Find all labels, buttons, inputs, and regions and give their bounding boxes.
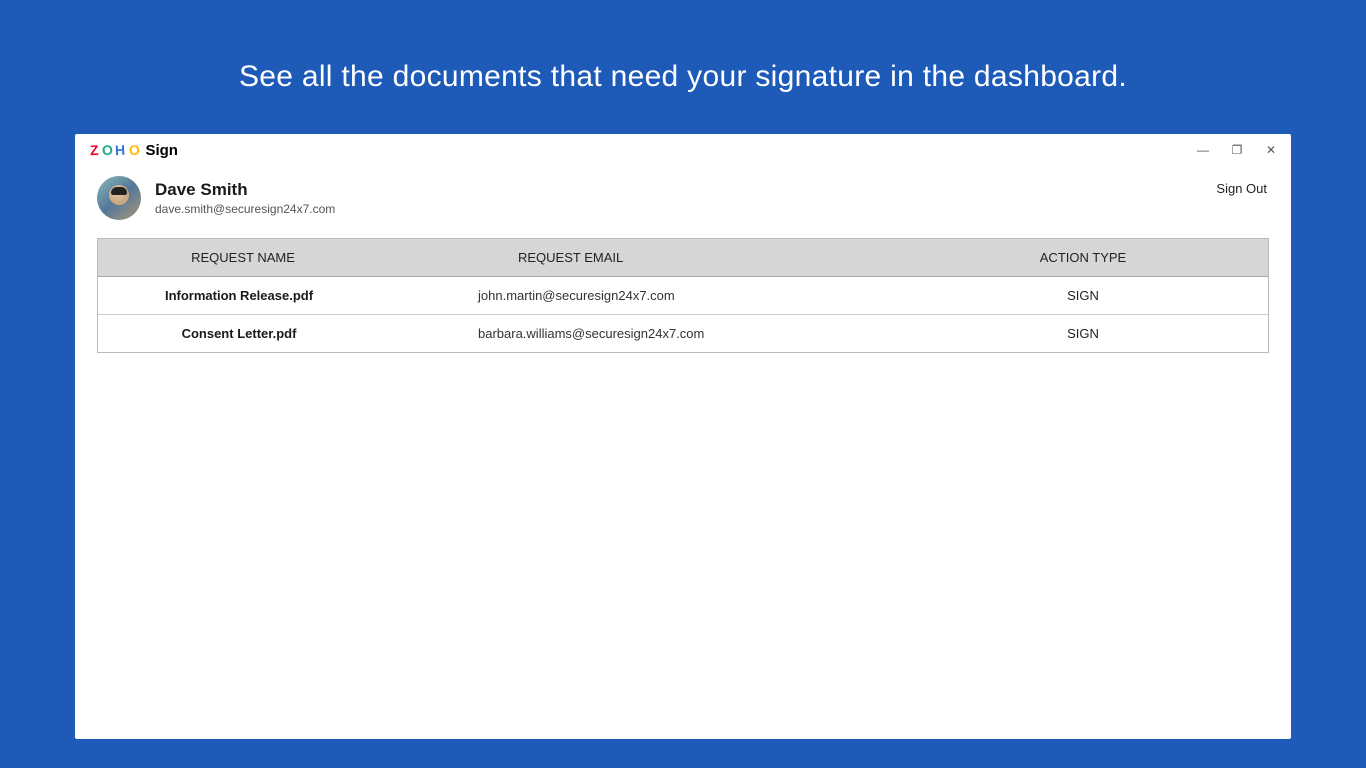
- col-header-request-name: REQUEST NAME: [98, 239, 388, 276]
- zoho-logo-icon: Z O H O: [89, 142, 140, 158]
- table-row[interactable]: Information Release.pdf john.martin@secu…: [98, 277, 1268, 315]
- header-row: Dave Smith dave.smith@securesign24x7.com…: [75, 166, 1291, 238]
- app-logo: Z O H O Sign: [89, 142, 178, 159]
- window-controls: — ❐ ✕: [1195, 142, 1279, 158]
- user-email: dave.smith@securesign24x7.com: [155, 202, 335, 216]
- titlebar: Z O H O Sign — ❐ ✕: [75, 134, 1291, 166]
- col-header-request-email: REQUEST EMAIL: [388, 239, 898, 276]
- app-window: Z O H O Sign — ❐ ✕ Dave Smith dave.smith…: [75, 134, 1291, 739]
- table-header-row: REQUEST NAME REQUEST EMAIL ACTION TYPE: [98, 239, 1268, 277]
- logo-letter-o1: O: [100, 142, 114, 159]
- user-block: Dave Smith dave.smith@securesign24x7.com: [97, 176, 335, 220]
- requests-table: REQUEST NAME REQUEST EMAIL ACTION TYPE I…: [97, 238, 1269, 353]
- cell-request-name: Information Release.pdf: [98, 277, 388, 314]
- col-header-action-type: ACTION TYPE: [898, 239, 1268, 276]
- maximize-icon[interactable]: ❐: [1229, 142, 1245, 158]
- table-row[interactable]: Consent Letter.pdf barbara.williams@secu…: [98, 315, 1268, 352]
- user-name: Dave Smith: [155, 180, 335, 200]
- signout-link[interactable]: Sign Out: [1216, 181, 1267, 196]
- logo-letter-h: H: [114, 142, 127, 159]
- cell-action-type: SIGN: [898, 277, 1268, 314]
- user-text: Dave Smith dave.smith@securesign24x7.com: [155, 180, 335, 216]
- cell-action-type: SIGN: [898, 315, 1268, 352]
- close-icon[interactable]: ✕: [1263, 142, 1279, 158]
- minimize-icon[interactable]: —: [1195, 142, 1211, 158]
- cell-request-name: Consent Letter.pdf: [98, 315, 388, 352]
- logo-letter-o2: O: [127, 142, 141, 159]
- avatar: [97, 176, 141, 220]
- logo-letter-z: Z: [89, 142, 100, 159]
- cell-request-email: john.martin@securesign24x7.com: [388, 277, 898, 314]
- cell-request-email: barbara.williams@securesign24x7.com: [388, 315, 898, 352]
- page-heading: See all the documents that need your sig…: [0, 0, 1366, 134]
- app-name: Sign: [145, 142, 178, 159]
